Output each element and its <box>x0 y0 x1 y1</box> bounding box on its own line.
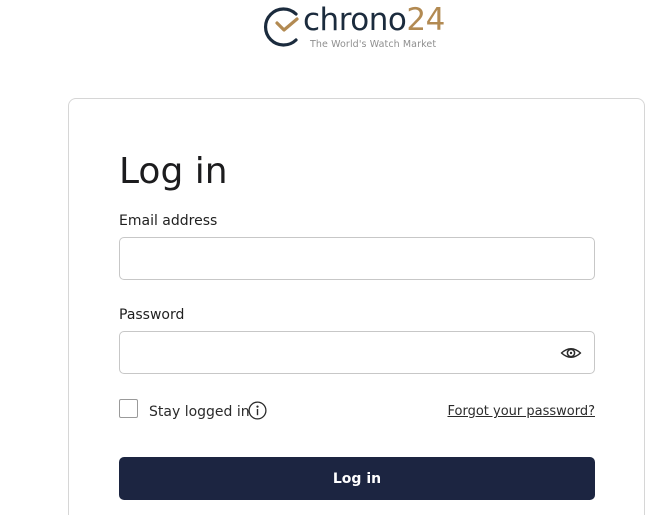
password-field[interactable] <box>119 331 595 374</box>
logo-word-number: 24 <box>406 2 445 38</box>
logo-word-text: chrono <box>303 2 407 38</box>
email-label: Email address <box>119 213 218 229</box>
logo-tagline: The World's Watch Market <box>310 39 437 50</box>
eye-icon[interactable] <box>560 343 582 363</box>
info-icon[interactable] <box>248 401 267 420</box>
chrono24-logo[interactable]: chrono24 The World's Watch Market <box>263 0 463 53</box>
stay-logged-in-checkbox[interactable] <box>119 399 138 418</box>
password-label: Password <box>119 307 185 323</box>
page-title: Log in <box>119 151 228 192</box>
forgot-password-link[interactable]: Forgot your password? <box>447 403 595 420</box>
email-field[interactable] <box>119 237 595 280</box>
login-page: chrono24 The World's Watch Market Log in… <box>0 0 647 515</box>
logo-wordmark: chrono24 <box>303 0 445 40</box>
login-button[interactable]: Log in <box>119 457 595 500</box>
watch-icon <box>263 7 299 47</box>
stay-logged-in-label[interactable]: Stay logged in <box>149 403 250 421</box>
